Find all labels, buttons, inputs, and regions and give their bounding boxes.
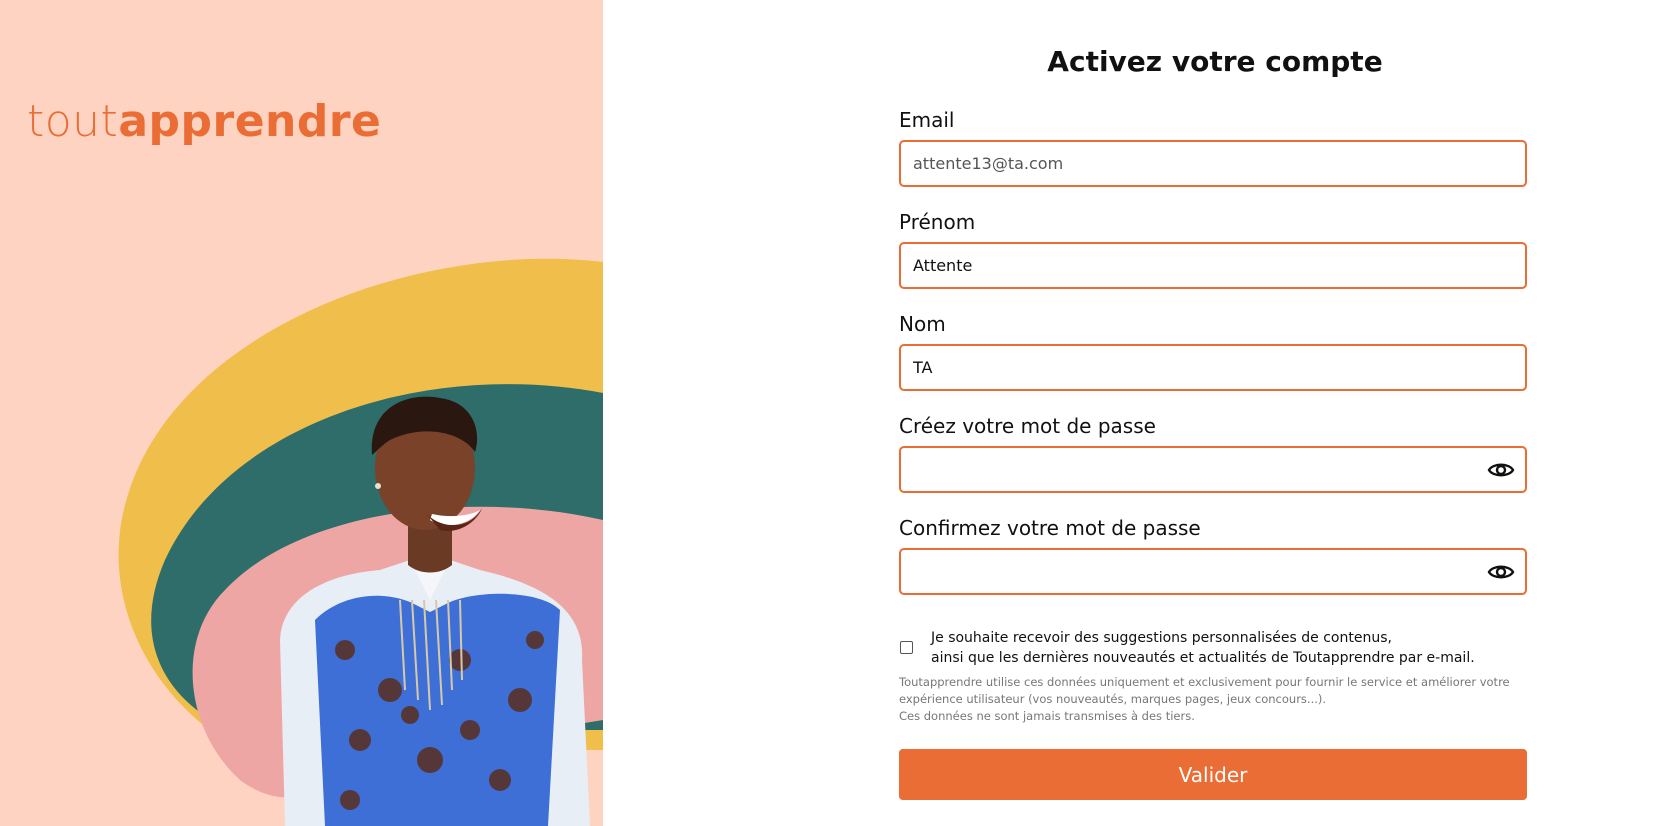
email-field-box bbox=[899, 140, 1527, 187]
decorative-arcs bbox=[118, 258, 603, 826]
email-label: Email bbox=[899, 108, 955, 132]
firstname-field[interactable] bbox=[901, 244, 1465, 287]
password-confirm-field[interactable] bbox=[901, 550, 1465, 593]
eye-icon[interactable] bbox=[1487, 458, 1515, 482]
password-confirm-label: Confirmez votre mot de passe bbox=[899, 516, 1201, 540]
submit-button[interactable]: Valider bbox=[899, 749, 1527, 800]
newsletter-checkbox[interactable] bbox=[900, 641, 913, 654]
firstname-label: Prénom bbox=[899, 210, 976, 234]
newsletter-consent-text: Je souhaite recevoir des suggestions per… bbox=[931, 630, 1475, 666]
firstname-field-box bbox=[899, 242, 1527, 289]
lastname-label: Nom bbox=[899, 312, 946, 336]
eye-icon[interactable] bbox=[1487, 560, 1515, 584]
password-confirm-field-box bbox=[899, 548, 1527, 595]
page-title: Activez votre compte bbox=[1047, 45, 1383, 78]
form-panel: Activez votre compte Email Prénom Nom Cr… bbox=[603, 0, 1661, 826]
brand-panel: toutapprendre bbox=[0, 0, 603, 826]
privacy-notice: Toutapprendre utilise ces données unique… bbox=[899, 675, 1510, 723]
password-field-box bbox=[899, 446, 1527, 493]
lastname-field-box bbox=[899, 344, 1527, 391]
email-field[interactable] bbox=[901, 142, 1465, 185]
password-field[interactable] bbox=[901, 448, 1465, 491]
lastname-field[interactable] bbox=[901, 346, 1465, 389]
password-label: Créez votre mot de passe bbox=[899, 414, 1156, 438]
